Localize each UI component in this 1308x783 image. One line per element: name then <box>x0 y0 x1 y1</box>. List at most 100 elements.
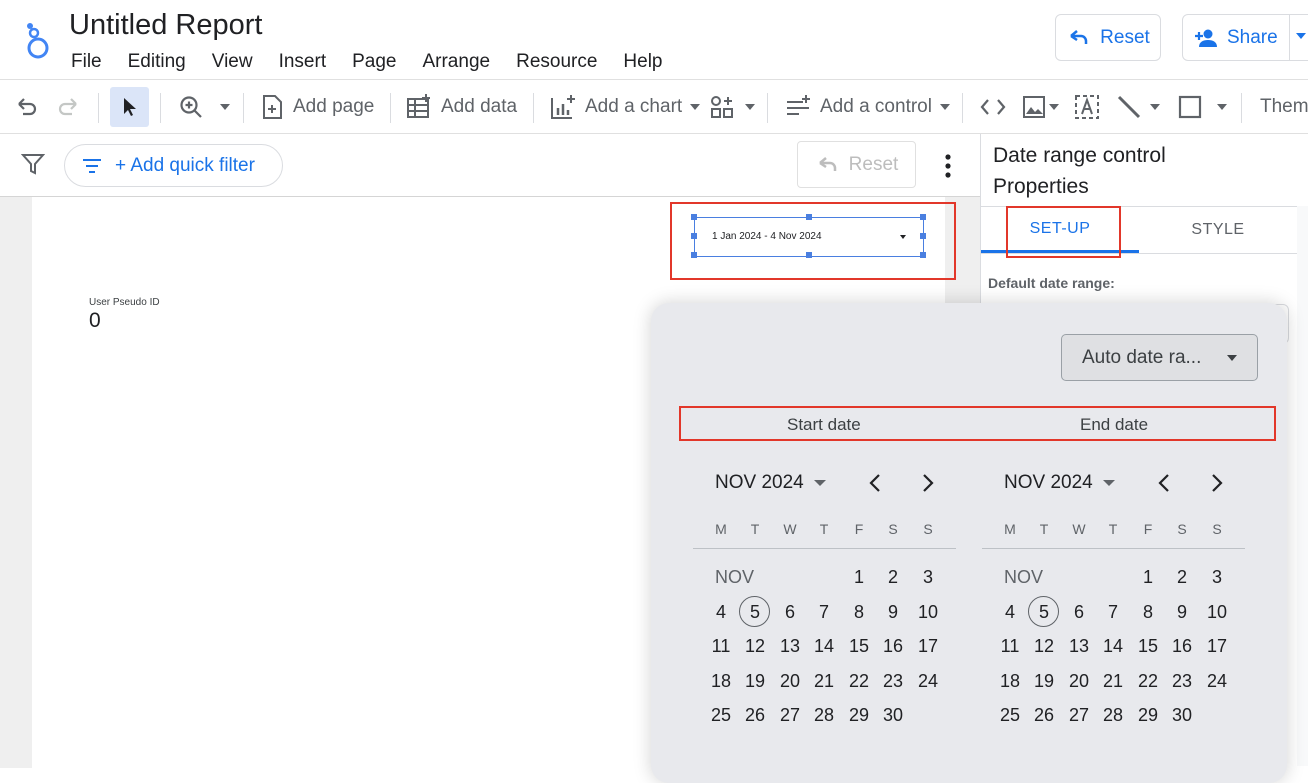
tab-style[interactable]: STYLE <box>1139 207 1297 253</box>
panel-scrollbar[interactable] <box>1297 206 1308 766</box>
calendar-day[interactable]: 29 <box>1131 705 1165 726</box>
text-button[interactable] <box>1073 80 1101 134</box>
calendar-day[interactable]: 22 <box>842 671 876 692</box>
calendar-day[interactable]: 21 <box>807 671 841 692</box>
calendar-day[interactable]: 2 <box>1165 567 1199 588</box>
calendar-day[interactable]: 27 <box>1062 705 1096 726</box>
calendar-day[interactable]: 1 <box>1131 567 1165 588</box>
calendar-day[interactable]: 23 <box>876 671 910 692</box>
add-data-button[interactable]: Add data <box>405 80 517 134</box>
calendar-day[interactable]: 25 <box>704 705 738 726</box>
auto-date-range-dropdown[interactable]: Auto date ra... <box>1061 334 1258 381</box>
calendar-day[interactable]: 27 <box>773 705 807 726</box>
filter-reset-button[interactable]: Reset <box>797 141 916 188</box>
calendar-day[interactable]: 14 <box>807 636 841 657</box>
calendar-day[interactable]: 5 <box>1027 602 1061 623</box>
calendar-day[interactable]: 26 <box>1027 705 1061 726</box>
calendar-day[interactable]: 18 <box>704 671 738 692</box>
calendar-day[interactable]: 24 <box>911 671 945 692</box>
calendar-day[interactable]: 17 <box>911 636 945 657</box>
calendar-day[interactable]: 30 <box>876 705 910 726</box>
calendar-day[interactable]: 11 <box>704 636 738 657</box>
calendar-day[interactable]: 7 <box>1096 602 1130 623</box>
calendar-day[interactable]: 24 <box>1200 671 1234 692</box>
calendar-day[interactable]: 10 <box>911 602 945 623</box>
calendar-day[interactable]: 21 <box>1096 671 1130 692</box>
add-chart-button[interactable]: Add a chart <box>549 80 701 134</box>
share-dropdown-caret-icon[interactable] <box>1296 33 1306 39</box>
calendar-day[interactable]: 22 <box>1131 671 1165 692</box>
menu-editing[interactable]: Editing <box>128 50 186 74</box>
calendar-day[interactable]: 4 <box>704 602 738 623</box>
image-button[interactable] <box>1021 80 1059 134</box>
calendar-day[interactable]: 3 <box>911 567 945 588</box>
end-next-month-icon[interactable] <box>1210 473 1224 493</box>
calendar-day[interactable]: 13 <box>773 636 807 657</box>
menu-insert[interactable]: Insert <box>279 50 327 74</box>
calendar-day[interactable]: 2 <box>876 567 910 588</box>
calendar-day[interactable]: 18 <box>993 671 1027 692</box>
calendar-day[interactable]: 19 <box>1027 671 1061 692</box>
calendar-day[interactable]: 28 <box>1096 705 1130 726</box>
reset-button[interactable]: Reset <box>1055 14 1161 61</box>
community-viz-button[interactable] <box>709 80 755 134</box>
add-control-button[interactable]: Add a control <box>784 80 950 134</box>
calendar-day[interactable]: 4 <box>993 602 1027 623</box>
calendar-day[interactable]: 28 <box>807 705 841 726</box>
start-prev-month-icon[interactable] <box>868 473 882 493</box>
filter-icon[interactable] <box>21 152 45 176</box>
calendar-day[interactable]: 30 <box>1165 705 1199 726</box>
theme-button[interactable]: Them <box>1260 80 1308 134</box>
calendar-day[interactable]: 6 <box>1062 602 1096 623</box>
shape-button[interactable] <box>1177 80 1227 134</box>
add-page-button[interactable]: Add page <box>259 80 374 134</box>
calendar-day[interactable]: 13 <box>1062 636 1096 657</box>
menu-arrange[interactable]: Arrange <box>422 50 490 74</box>
menu-file[interactable]: File <box>71 50 102 74</box>
calendar-day[interactable]: 1 <box>842 567 876 588</box>
menu-view[interactable]: View <box>212 50 253 74</box>
calendar-day[interactable]: 19 <box>738 671 772 692</box>
start-month-selector[interactable]: NOV 2024 <box>715 472 826 494</box>
redo-button[interactable] <box>55 80 81 134</box>
calendar-day[interactable]: 8 <box>842 602 876 623</box>
calendar-day[interactable]: 14 <box>1096 636 1130 657</box>
more-vert-icon[interactable] <box>944 153 952 179</box>
calendar-day[interactable]: 10 <box>1200 602 1234 623</box>
undo-button[interactable] <box>14 80 40 134</box>
calendar-day[interactable]: 23 <box>1165 671 1199 692</box>
calendar-day[interactable]: 16 <box>876 636 910 657</box>
looker-studio-logo-icon[interactable] <box>20 20 56 60</box>
calendar-day[interactable]: 20 <box>773 671 807 692</box>
calendar-day[interactable]: 9 <box>1165 602 1199 623</box>
calendar-day[interactable]: 29 <box>842 705 876 726</box>
report-title[interactable]: Untitled Report <box>69 9 262 42</box>
calendar-day[interactable]: 15 <box>842 636 876 657</box>
calendar-day[interactable]: 26 <box>738 705 772 726</box>
calendar-day[interactable]: 3 <box>1200 567 1234 588</box>
zoom-button[interactable] <box>178 80 230 134</box>
add-quick-filter-button[interactable]: + Add quick filter <box>64 144 283 187</box>
end-month-selector[interactable]: NOV 2024 <box>1004 472 1115 494</box>
select-tool-button[interactable] <box>110 87 149 127</box>
menu-page[interactable]: Page <box>352 50 396 74</box>
calendar-day[interactable]: 11 <box>993 636 1027 657</box>
calendar-day[interactable]: 20 <box>1062 671 1096 692</box>
calendar-day[interactable]: 6 <box>773 602 807 623</box>
start-next-month-icon[interactable] <box>921 473 935 493</box>
calendar-day[interactable]: 5 <box>738 602 772 623</box>
calendar-day[interactable]: 8 <box>1131 602 1165 623</box>
calendar-day[interactable]: 12 <box>1027 636 1061 657</box>
calendar-day[interactable]: 16 <box>1165 636 1199 657</box>
calendar-day[interactable]: 9 <box>876 602 910 623</box>
calendar-day[interactable]: 15 <box>1131 636 1165 657</box>
calendar-day[interactable]: 12 <box>738 636 772 657</box>
calendar-day[interactable]: 25 <box>993 705 1027 726</box>
end-prev-month-icon[interactable] <box>1157 473 1171 493</box>
embed-code-button[interactable] <box>979 80 1007 134</box>
menu-help[interactable]: Help <box>623 50 662 74</box>
line-button[interactable] <box>1116 80 1160 134</box>
calendar-day[interactable]: 7 <box>807 602 841 623</box>
calendar-day[interactable]: 17 <box>1200 636 1234 657</box>
menu-resource[interactable]: Resource <box>516 50 597 74</box>
